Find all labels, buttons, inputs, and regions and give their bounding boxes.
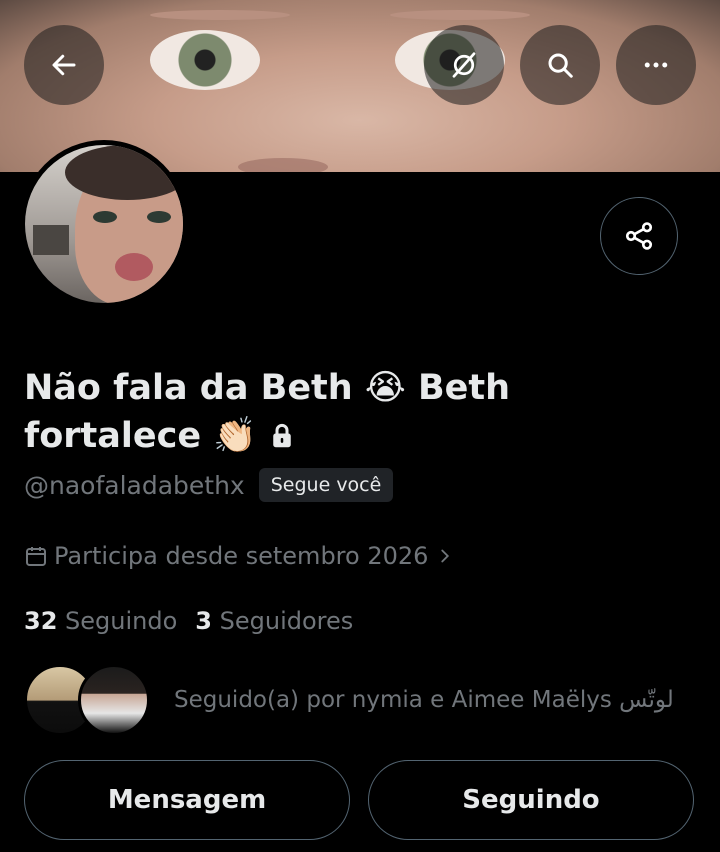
message-button[interactable]: Mensagem [24,760,350,840]
followers-label: Seguidores [219,607,354,635]
avatar-photo [25,145,183,303]
following-button[interactable]: Seguindo [368,760,694,840]
share-icon [625,222,653,250]
banner-detail [390,10,530,20]
chevron-right-icon [441,549,450,563]
followers-link[interactable]: 3 Seguidores [195,607,353,635]
followed-by-text: Seguido(a) por nymia e Aimee Maëlys لوتّ… [174,687,674,713]
search-button[interactable] [520,25,600,105]
arrow-left-icon [52,54,76,76]
follower-avatar [78,664,150,736]
profile-name-line2: fortalece 👏🏻 [24,416,257,456]
follow-stats: 32 Seguindo 3 Seguidores [24,607,353,635]
banner-detail [150,10,290,20]
grok-button[interactable] [424,25,504,105]
followers-count: 3 [195,607,212,635]
profile-name: Não fala da Beth 😭 Beth fortalece 👏🏻 [24,364,584,460]
banner-detail [238,158,328,172]
profile-handle: @naofaladabethx [24,470,245,500]
joined-date-row[interactable]: Participa desde setembro 2026 [24,542,456,570]
share-button[interactable] [600,197,678,275]
joined-date: Participa desde setembro 2026 [54,542,429,570]
back-button[interactable] [24,25,104,105]
avatar[interactable] [20,140,188,308]
following-link[interactable]: 32 Seguindo [24,607,177,635]
grok-icon [452,52,476,78]
profile-name-line1: Não fala da Beth 😭 Beth [24,368,511,408]
more-button[interactable] [616,25,696,105]
lock-icon [273,423,291,448]
handle-row: @naofaladabethx Segue você [24,468,394,502]
followers-you-know[interactable]: Seguido(a) por nymia e Aimee Maëlys لوتّ… [24,664,674,736]
search-icon [548,53,573,78]
follows-you-badge: Segue você [258,468,394,502]
more-horizontal-icon [644,62,668,68]
following-label: Seguindo [65,607,178,635]
calendar-icon [26,547,46,566]
following-count: 32 [24,607,58,635]
banner-eye [150,30,260,90]
